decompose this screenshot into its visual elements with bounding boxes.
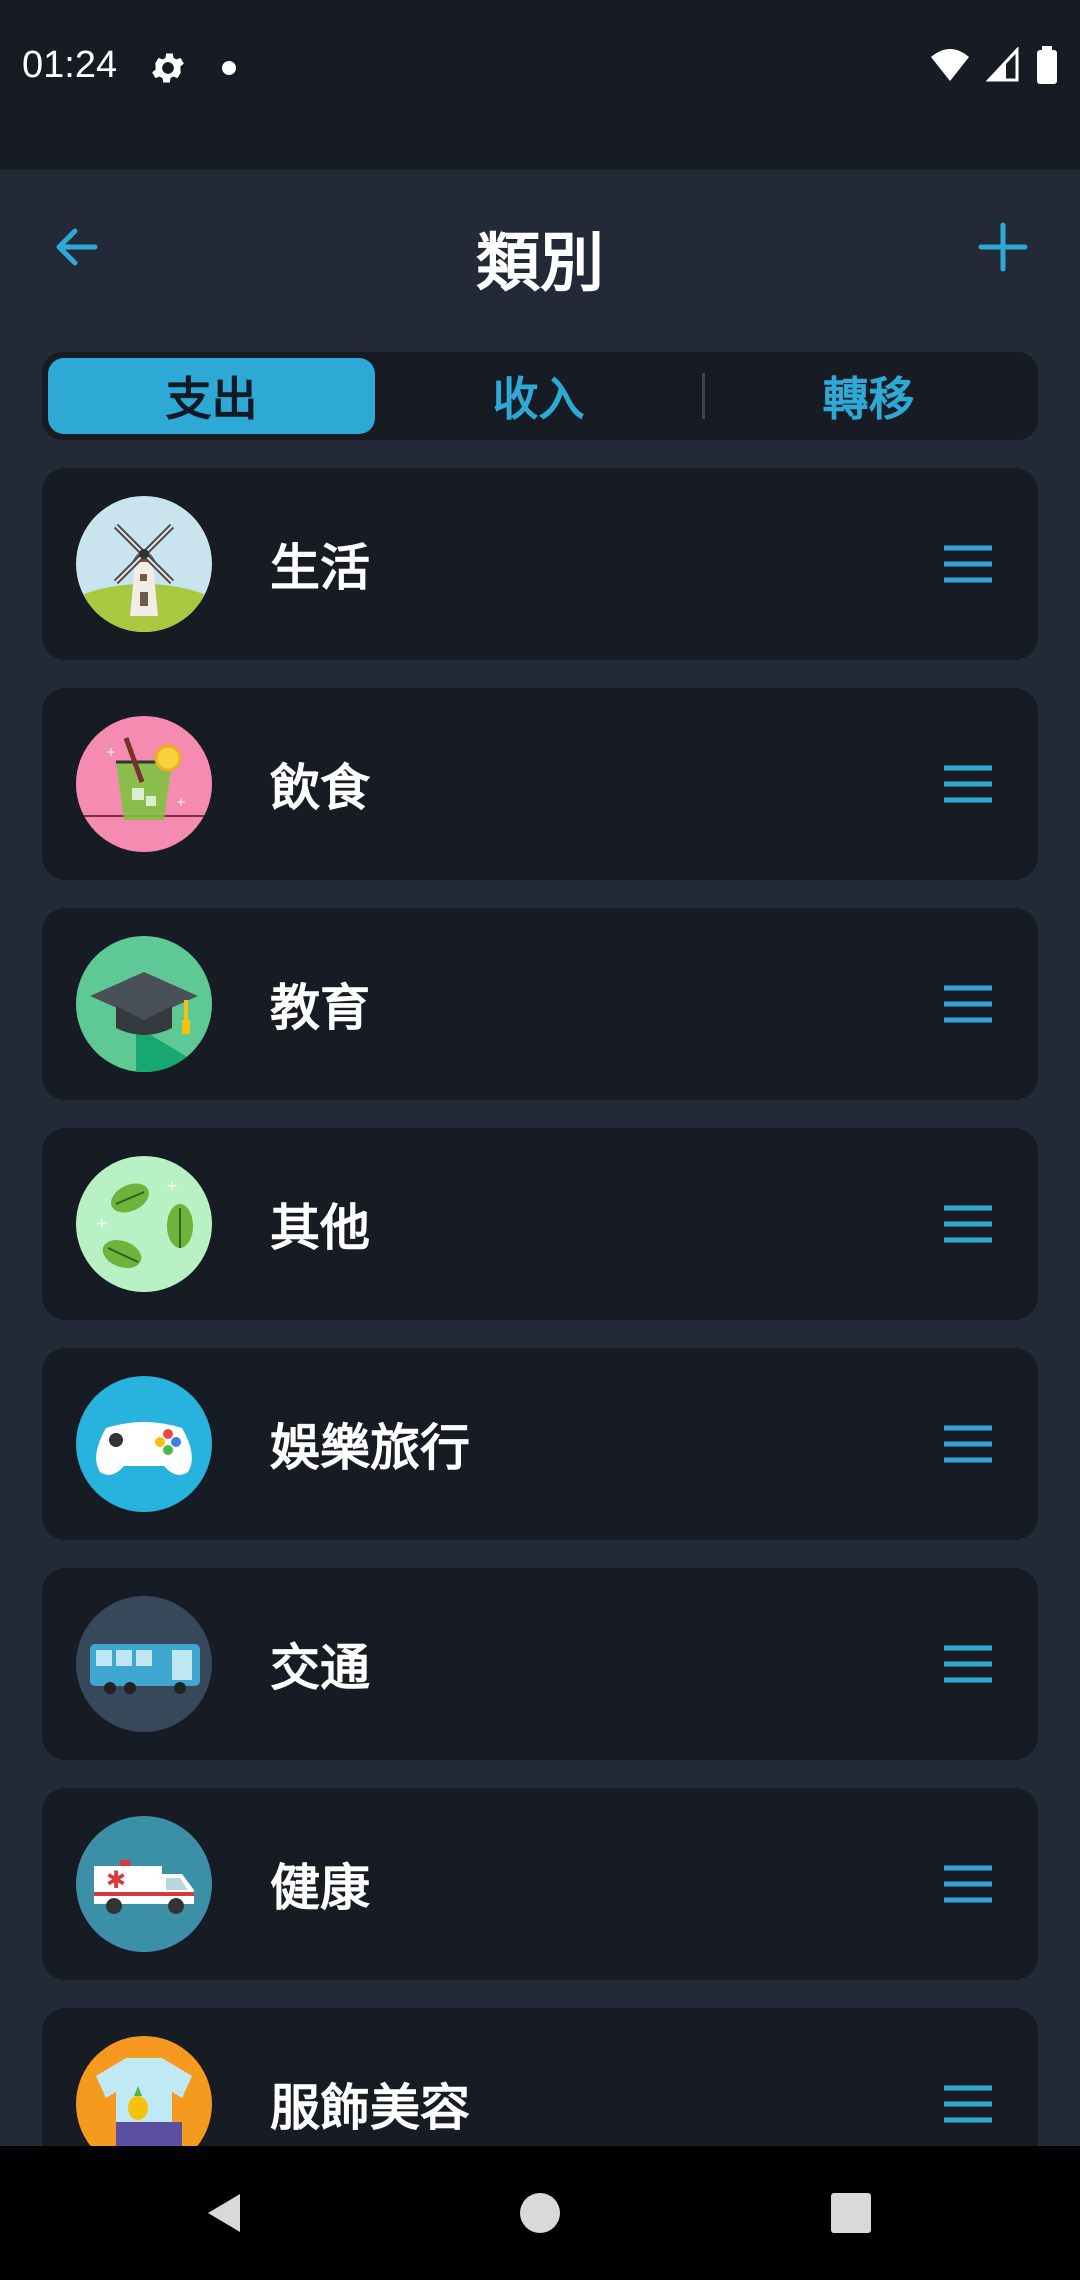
svg-text:+: + (96, 1216, 108, 1232)
type-tabs: 支出 收入 轉移 (42, 352, 1038, 440)
category-row[interactable]: ✱ 健康 (42, 1788, 1038, 1980)
gamepad-icon (76, 1376, 212, 1512)
tab-expense[interactable]: 支出 (48, 358, 375, 434)
plus-icon (978, 222, 1028, 272)
svg-text:+: + (166, 1178, 178, 1194)
graduation-cap-icon (76, 936, 212, 1072)
category-row[interactable]: 教育 (42, 908, 1038, 1100)
ambulance-icon: ✱ (76, 1816, 212, 1952)
svg-text:✱: ✱ (106, 1866, 126, 1894)
wifi-icon (930, 47, 970, 87)
status-bar: 01:24 (0, 0, 1080, 170)
drag-handle-icon[interactable] (938, 1634, 998, 1694)
drag-handle-icon[interactable] (938, 754, 998, 814)
status-indicators (930, 46, 1058, 88)
tab-income[interactable]: 收入 (375, 358, 702, 434)
nav-back-button[interactable] (186, 2174, 264, 2252)
windmill-icon (76, 496, 212, 632)
bus-icon (76, 1596, 212, 1732)
tab-transfer[interactable]: 轉移 (705, 358, 1032, 434)
drag-handle-icon[interactable] (938, 1414, 998, 1474)
category-label: 飲食 (270, 759, 370, 817)
drag-handle-icon[interactable] (938, 534, 998, 594)
category-label: 生活 (270, 539, 370, 597)
category-label: 交通 (270, 1639, 370, 1697)
category-row[interactable]: 生活 (42, 468, 1038, 660)
drag-handle-icon[interactable] (938, 974, 998, 1034)
system-nav-bar (0, 2146, 1080, 2280)
battery-icon (1036, 46, 1058, 88)
category-label: 娛樂旅行 (270, 1419, 470, 1477)
triangle-back-icon (208, 2194, 240, 2232)
status-time: 01:24 (22, 44, 118, 86)
category-label: 健康 (270, 1859, 370, 1917)
square-recents-icon (831, 2193, 871, 2233)
drag-handle-icon[interactable] (938, 2074, 998, 2134)
category-row[interactable]: 娛樂旅行 (42, 1348, 1038, 1540)
category-row[interactable]: 交通 (42, 1568, 1038, 1760)
category-list: 生活 + + 飲食 教育 + + 其他 娛樂旅行 交通 ✱ 健康 服飾美容 (42, 468, 1038, 2228)
category-label: 教育 (270, 979, 370, 1037)
settings-gear-icon (148, 48, 188, 88)
nav-home-button[interactable] (501, 2174, 579, 2252)
notification-dot-icon (222, 61, 236, 75)
category-label: 其他 (270, 1199, 370, 1257)
signal-icon (985, 46, 1020, 87)
circle-home-icon (520, 2193, 560, 2233)
app-bar: 類別 (0, 170, 1080, 330)
nav-recents-button[interactable] (812, 2174, 890, 2252)
leaves-icon: + + (76, 1156, 212, 1292)
category-row[interactable]: + + 飲食 (42, 688, 1038, 880)
add-category-button[interactable] (966, 210, 1040, 284)
page-title: 類別 (476, 227, 604, 301)
svg-text:+: + (106, 745, 116, 759)
category-row[interactable]: + + 其他 (42, 1128, 1038, 1320)
svg-text:+: + (176, 795, 186, 809)
drink-icon: + + (76, 716, 212, 852)
drag-handle-icon[interactable] (938, 1854, 998, 1914)
drag-handle-icon[interactable] (938, 1194, 998, 1254)
